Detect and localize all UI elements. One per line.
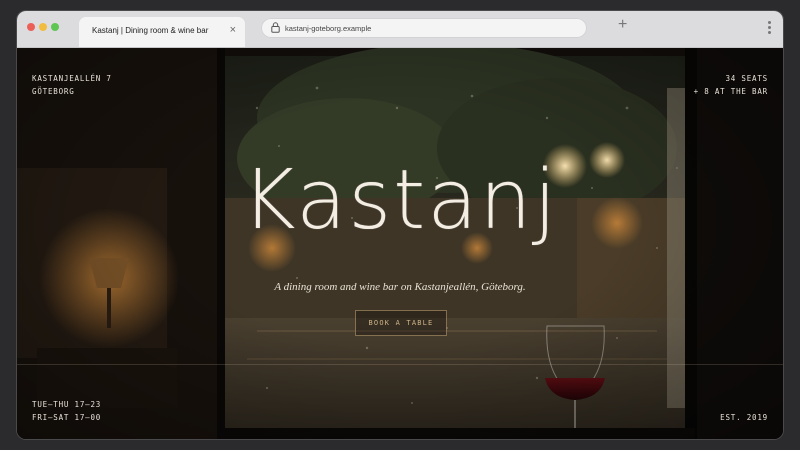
more-menu-icon[interactable] [768, 21, 771, 36]
url-text: kastanj-goteborg.example [285, 24, 372, 33]
close-window-button[interactable] [27, 23, 35, 31]
seats-count: 34 SEATS [725, 74, 768, 83]
new-tab-icon[interactable]: + [618, 17, 627, 33]
opening-hours: TUE–THU 17–23 FRI–SAT 17–00 [32, 398, 101, 424]
bar-seats: + 8 AT THE BAR [693, 87, 768, 96]
hours-weekday: TUE–THU 17–23 [32, 400, 102, 409]
hours-weekend: FRI–SAT 17–00 [32, 413, 102, 422]
close-tab-icon[interactable]: × [230, 24, 236, 36]
browser-window: Kastanj | Dining room & wine bar × kasta… [17, 11, 783, 439]
tab-title: Kastanj | Dining room & wine bar [92, 26, 209, 35]
minimize-window-button[interactable] [39, 23, 47, 31]
address-bar[interactable]: kastanj-goteborg.example [261, 18, 587, 38]
seating-info: 34 SEATS + 8 AT THE BAR [694, 72, 768, 98]
address-street: KASTANJEALLÉN 7 [32, 74, 112, 83]
established-label: EST. 2019 [720, 413, 768, 422]
browser-tab[interactable]: Kastanj | Dining room & wine bar × [79, 17, 245, 47]
address-city: GÖTEBORG [32, 87, 75, 96]
tagline: A dining room and wine bar on Kastanjeal… [274, 281, 526, 293]
brand-wordmark: Kastanj [241, 153, 559, 248]
address-block: KASTANJEALLÉN 7 GÖTEBORG [32, 72, 112, 98]
divider-line [17, 364, 783, 365]
book-table-button[interactable]: BOOK A TABLE [355, 310, 447, 336]
maximize-window-button[interactable] [51, 23, 59, 31]
browser-toolbar: Kastanj | Dining room & wine bar × kasta… [17, 11, 783, 48]
page-content: KASTANJEALLÉN 7 GÖTEBORG 34 SEATS + 8 AT… [17, 48, 783, 439]
lock-icon [271, 22, 280, 33]
